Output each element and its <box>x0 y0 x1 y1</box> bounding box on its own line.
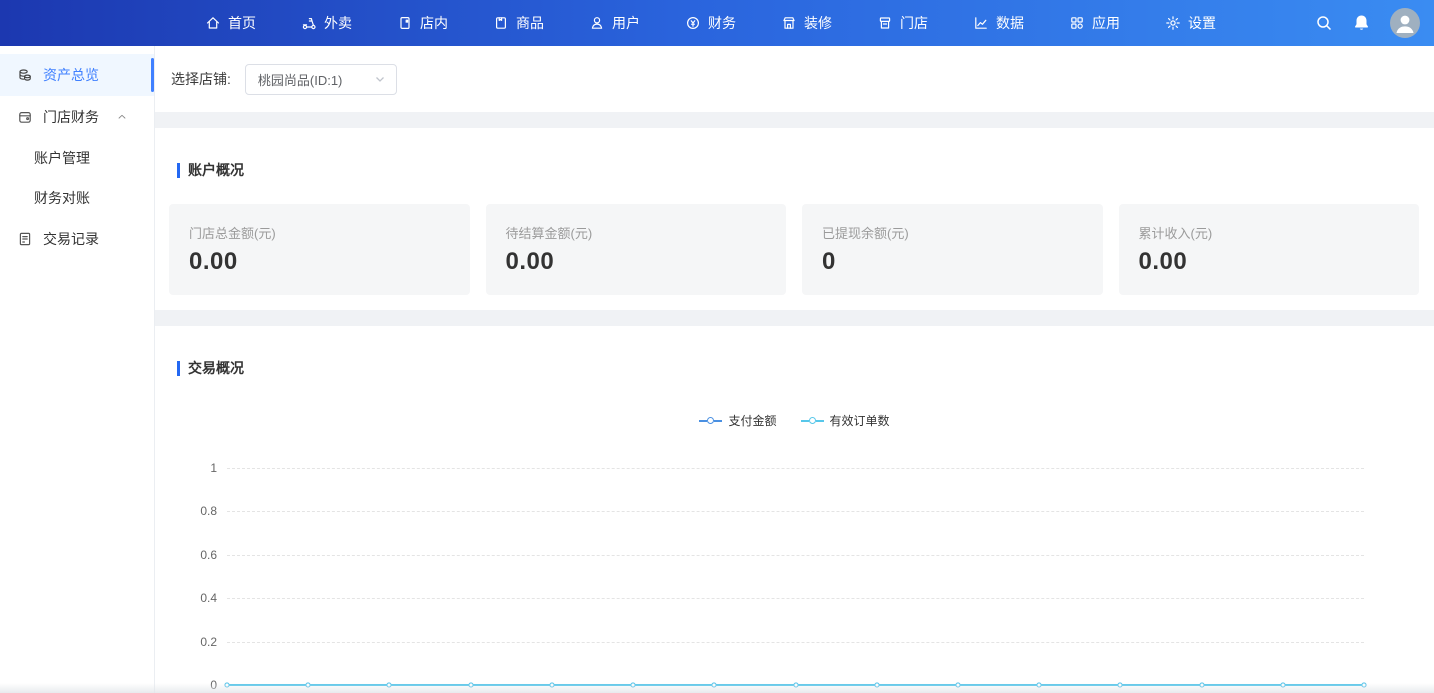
stat-label: 门店总金额(元) <box>189 223 450 242</box>
topnav-item-user[interactable]: 用户 <box>589 13 640 33</box>
active-indicator <box>151 58 154 92</box>
sidebar-subitem[interactable]: 账户管理 <box>0 138 154 178</box>
gridline <box>227 511 1364 512</box>
sidebar-subitem[interactable]: 财务对账 <box>0 178 154 218</box>
wallet-icon <box>17 109 33 125</box>
chevron-up-icon <box>116 111 128 123</box>
account-overview-title: 账户概况 <box>155 128 1434 180</box>
topnav-label: 数据 <box>996 13 1024 33</box>
line-chart: 00.20.40.60.812022-05-042022-05-052022-0… <box>227 468 1364 685</box>
topnav-label: 装修 <box>804 13 832 33</box>
goods-icon <box>493 15 509 31</box>
sidebar-item-label: 资产总览 <box>43 65 99 85</box>
topbar-right <box>1315 0 1420 46</box>
gridline <box>227 598 1364 599</box>
data-icon <box>973 15 989 31</box>
legend-label: 有效订单数 <box>830 412 890 429</box>
y-axis-tick-label: 1 <box>210 461 217 475</box>
gridline <box>227 642 1364 643</box>
sidebar: 资产总览门店财务账户管理财务对账交易记录 <box>0 46 155 693</box>
stat-cards: 门店总金额(元) 0.00 待结算金额(元) 0.00 已提现余额(元) 0 累计收入(元)… <box>169 204 1419 295</box>
finance-icon <box>685 15 701 31</box>
sidebar-item-records[interactable]: 交易记录 <box>0 218 154 260</box>
top-navbar: 首页 外卖 店内 商品 用户 财务 装修 门店 数据 应用 设置 <box>0 0 1434 46</box>
topnav-label: 应用 <box>1092 13 1120 33</box>
stat-value: 0.00 <box>1139 248 1400 276</box>
decorate-icon <box>781 15 797 31</box>
sidebar-item-label: 门店财务 <box>43 107 99 127</box>
legend-item-1[interactable]: 支付金额 <box>699 412 776 429</box>
main-content: 选择店铺: 桃园尚品(ID:1) 账户概况 门店总金额(元)0.00待结算金额(… <box>155 46 1434 693</box>
legend-marker-icon <box>801 417 824 424</box>
stat-card: 门店总金额(元) 0.00 <box>169 204 470 295</box>
top-nav: 首页 外卖 店内 商品 用户 财务 装修 门店 数据 应用 设置 <box>205 13 1216 33</box>
stat-value: 0.00 <box>189 248 450 276</box>
legend-label: 支付金额 <box>728 412 776 429</box>
topnav-label: 门店 <box>900 13 928 33</box>
transaction-overview-section: 交易概况 支付金额 有效订单数 00.20.40.60.812022-05-042… <box>155 326 1434 693</box>
shop-select-row: 选择店铺: 桃园尚品(ID:1) <box>155 46 1434 112</box>
avatar[interactable] <box>1390 8 1420 38</box>
notifications-bell-icon[interactable] <box>1353 14 1370 32</box>
chevron-down-icon <box>374 73 386 85</box>
bottom-fade <box>0 683 1434 693</box>
legend-item-2[interactable]: 有效订单数 <box>801 412 890 429</box>
topnav-item-finance[interactable]: 财务 <box>685 13 736 33</box>
chart-legend: 支付金额 有效订单数 <box>155 412 1434 429</box>
gridline <box>227 468 1364 469</box>
topnav-item-home[interactable]: 首页 <box>205 13 256 33</box>
records-icon <box>17 231 33 247</box>
stat-card: 待结算金额(元) 0.00 <box>486 204 787 295</box>
topnav-label: 财务 <box>708 13 736 33</box>
divider <box>155 310 1434 326</box>
stat-value: 0.00 <box>506 248 767 276</box>
stat-card: 累计收入(元) 0.00 <box>1119 204 1420 295</box>
topnav-label: 首页 <box>228 13 256 33</box>
sidebar-item-wallet[interactable]: 门店财务 <box>0 96 154 138</box>
topnav-item-goods[interactable]: 商品 <box>493 13 544 33</box>
home-icon <box>205 15 221 31</box>
stat-label: 待结算金额(元) <box>506 223 767 242</box>
legend-marker-icon <box>699 417 722 424</box>
divider <box>155 112 1434 128</box>
account-overview-section: 账户概况 门店总金额(元) 0.00 待结算金额(元) 0.00 已提现余额(元) 0 累计… <box>155 128 1434 310</box>
assets-icon <box>17 67 33 83</box>
shop-select-value: 桃园尚品(ID:1) <box>258 70 374 89</box>
user-icon <box>589 15 605 31</box>
topnav-label: 用户 <box>612 13 640 33</box>
stat-value: 0 <box>822 248 1083 276</box>
stat-label: 已提现余额(元) <box>822 223 1083 242</box>
settings-icon <box>1165 15 1181 31</box>
title-accent-bar <box>177 361 180 376</box>
gridline <box>227 555 1364 556</box>
store-icon <box>877 15 893 31</box>
shop-select[interactable]: 桃园尚品(ID:1) <box>245 64 397 95</box>
stat-card: 已提现余额(元) 0 <box>802 204 1103 295</box>
y-axis-tick-label: 0.2 <box>200 635 217 649</box>
search-icon[interactable] <box>1315 14 1333 32</box>
takeout-icon <box>301 15 317 31</box>
instore-icon <box>397 15 413 31</box>
topnav-item-settings[interactable]: 设置 <box>1165 13 1216 33</box>
topnav-label: 商品 <box>516 13 544 33</box>
topnav-item-store[interactable]: 门店 <box>877 13 928 33</box>
topnav-label: 设置 <box>1188 13 1216 33</box>
topnav-item-takeout[interactable]: 外卖 <box>301 13 352 33</box>
topnav-item-data[interactable]: 数据 <box>973 13 1024 33</box>
transaction-overview-title: 交易概况 <box>155 326 1434 378</box>
topnav-item-apps[interactable]: 应用 <box>1069 13 1120 33</box>
sidebar-item-assets[interactable]: 资产总览 <box>0 54 154 96</box>
y-axis-tick-label: 0.4 <box>200 591 217 605</box>
topnav-label: 店内 <box>420 13 448 33</box>
y-axis-tick-label: 0.8 <box>200 504 217 518</box>
sidebar-item-label: 交易记录 <box>43 229 99 249</box>
y-axis-tick-label: 0.6 <box>200 548 217 562</box>
stat-label: 累计收入(元) <box>1139 223 1400 242</box>
topnav-item-decorate[interactable]: 装修 <box>781 13 832 33</box>
title-accent-bar <box>177 163 180 178</box>
shop-select-label: 选择店铺: <box>171 69 231 89</box>
topnav-label: 外卖 <box>324 13 352 33</box>
topnav-item-instore[interactable]: 店内 <box>397 13 448 33</box>
apps-icon <box>1069 15 1085 31</box>
